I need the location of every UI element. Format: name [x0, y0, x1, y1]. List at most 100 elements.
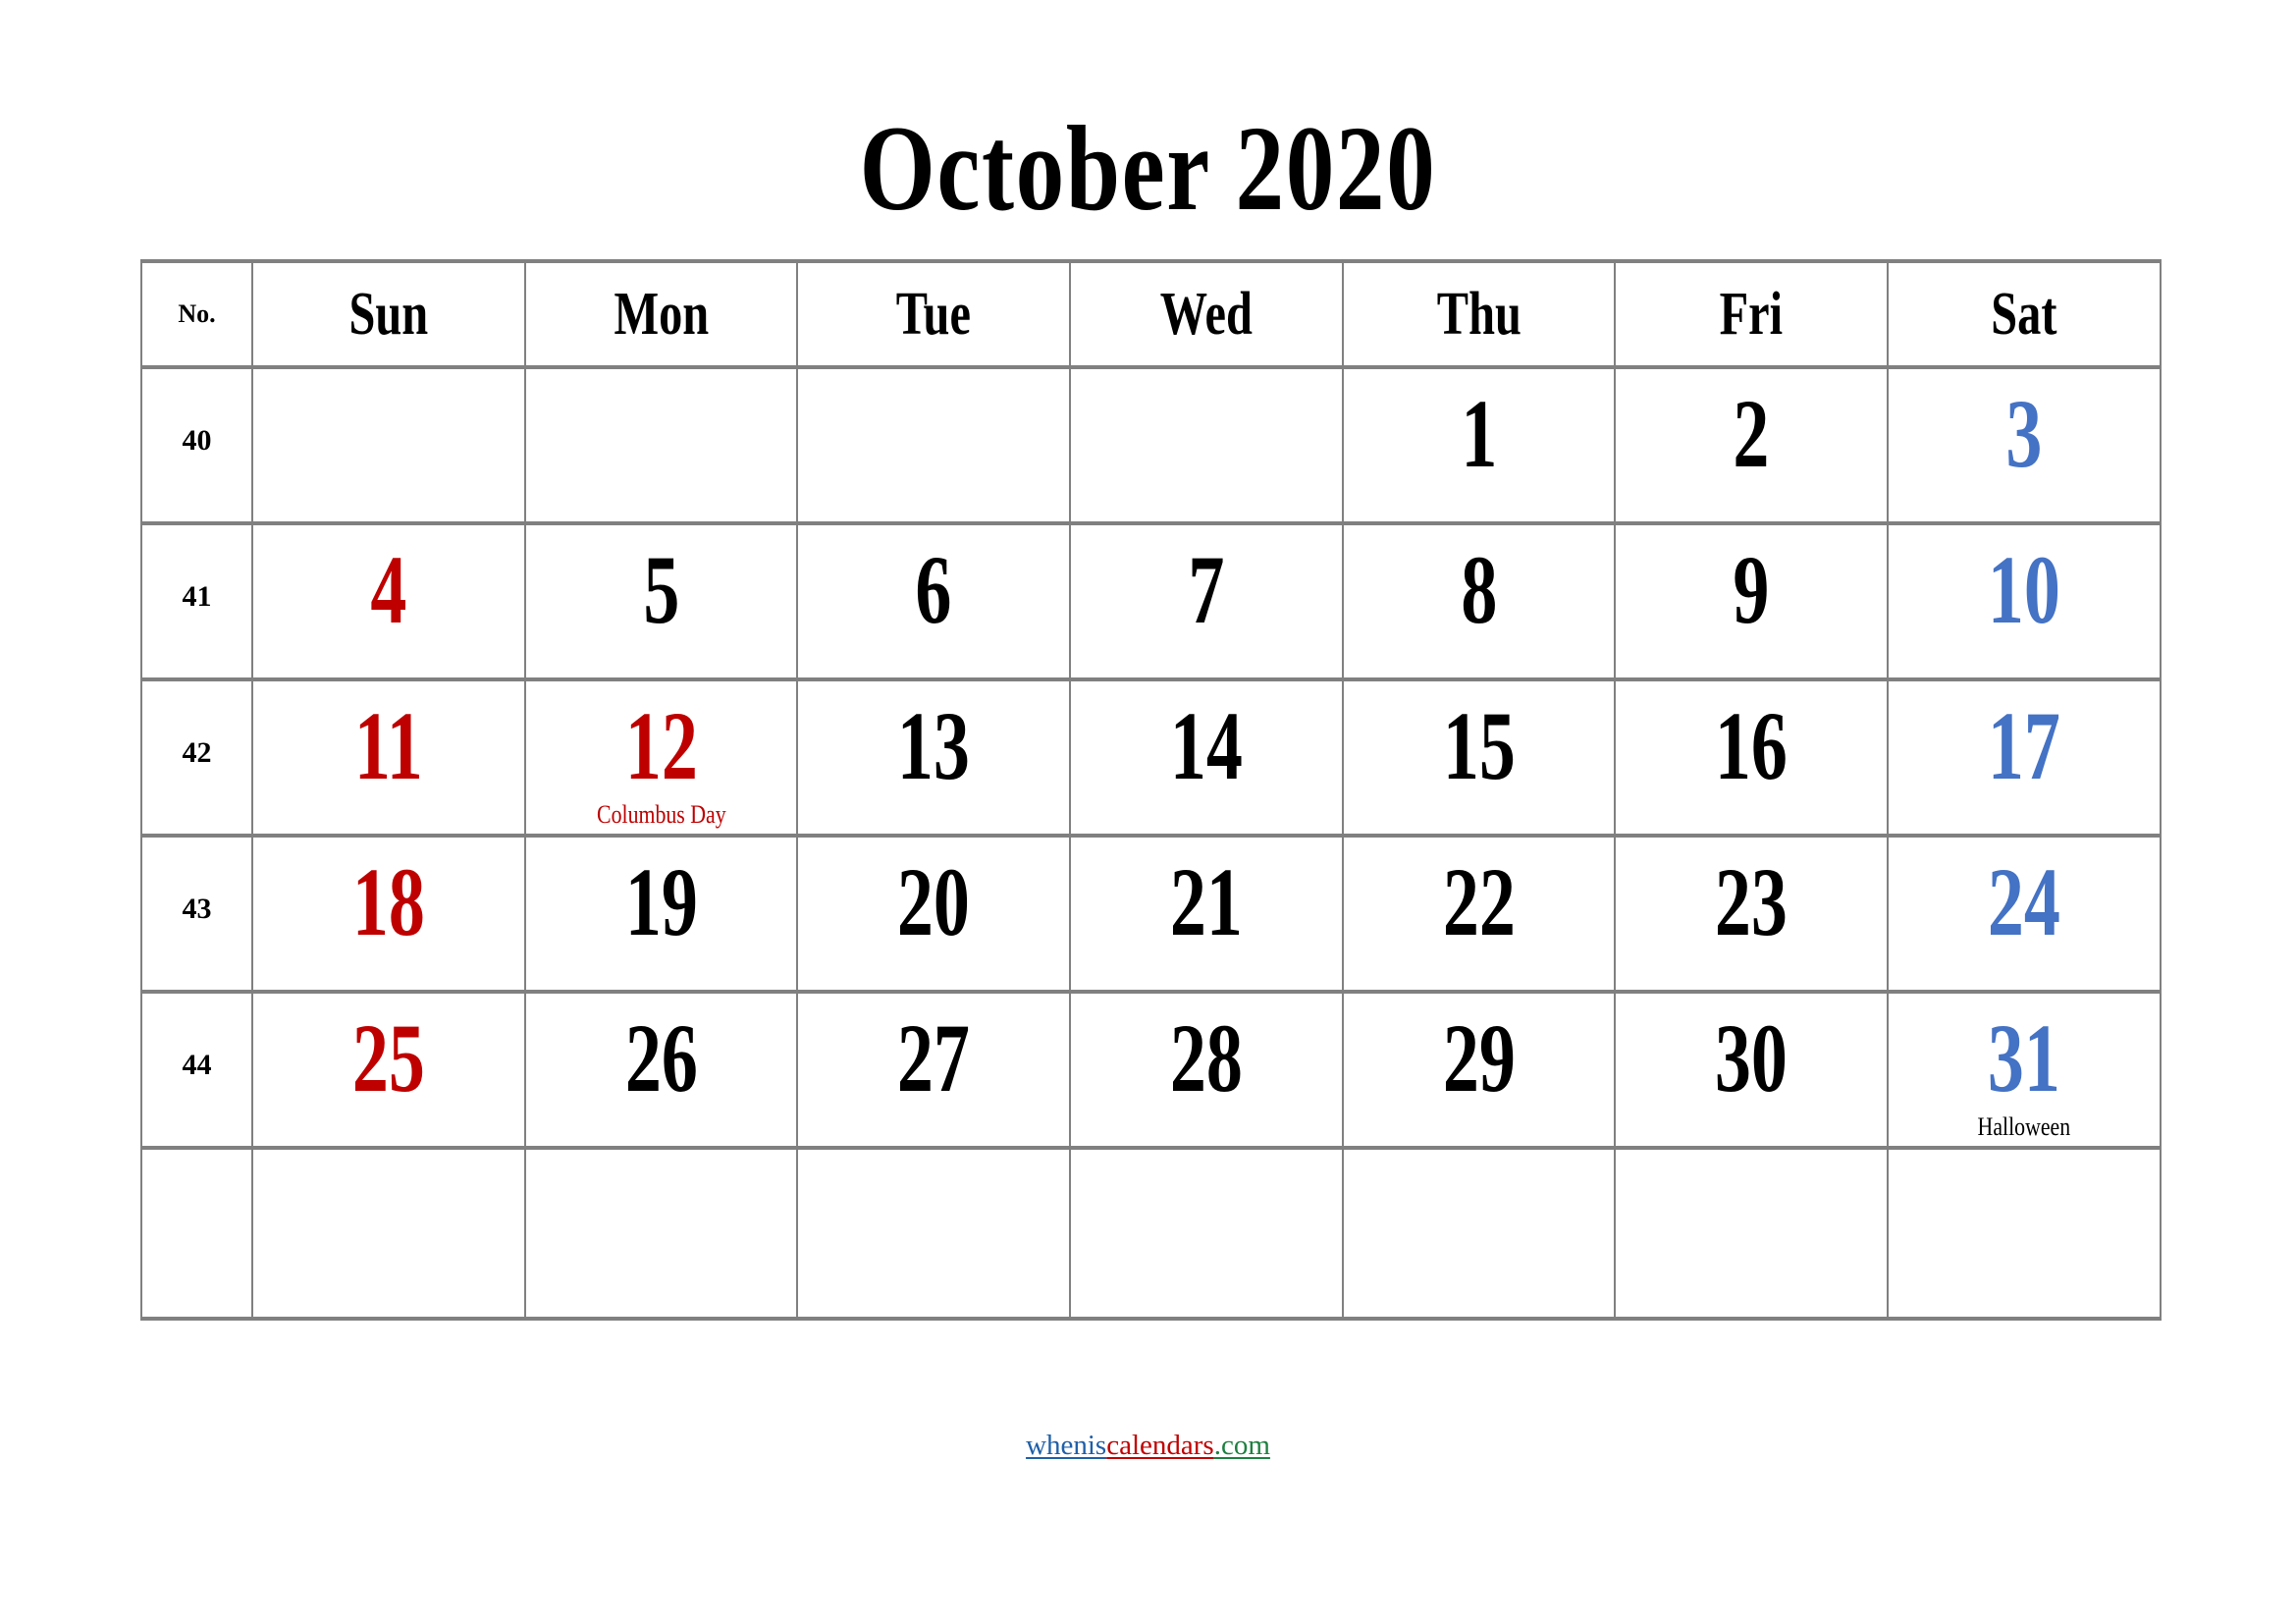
- day-cell-inner: 16: [1616, 681, 1887, 834]
- calendar-day-cell[interactable]: 12 Columbus Day: [523, 677, 799, 838]
- calendar-day-cell[interactable]: 8: [1341, 521, 1617, 681]
- day-header-sun: Sun: [251, 259, 526, 369]
- calendar-week-row: 40 1 2 3: [140, 365, 2162, 525]
- calendar-empty-cell: [1341, 1146, 1617, 1321]
- footer-link-part-3: .com: [1213, 1430, 1270, 1461]
- calendar-day-cell[interactable]: 25: [251, 990, 526, 1150]
- day-number: [561, 1150, 762, 1165]
- day-number: 23: [1715, 847, 1789, 956]
- day-number: 15: [1442, 691, 1516, 800]
- day-cell-inner: [1071, 369, 1342, 521]
- day-cell-inner: [1071, 1150, 1342, 1302]
- day-header-wed: Wed: [1069, 259, 1344, 369]
- calendar-day-cell[interactable]: 14: [1069, 677, 1344, 838]
- day-cell-inner: 1: [1344, 369, 1615, 521]
- day-number: 18: [351, 847, 425, 956]
- calendar-day-cell[interactable]: 24: [1887, 834, 2162, 994]
- day-cell-inner: 19: [526, 838, 797, 990]
- day-cell-inner: 17: [1889, 681, 2160, 834]
- day-header-label: Sun: [348, 281, 429, 348]
- week-number-cell: [140, 1146, 253, 1321]
- day-number: 12: [624, 691, 698, 800]
- day-number: 21: [1169, 847, 1243, 956]
- calendar-day-cell[interactable]: 11: [251, 677, 526, 838]
- day-number: [1106, 1150, 1307, 1165]
- day-cell-inner: 6: [798, 525, 1069, 677]
- week-number-label: 40: [182, 424, 212, 457]
- calendar-day-cell[interactable]: 5: [523, 521, 799, 681]
- day-number: 29: [1442, 1003, 1516, 1112]
- footer-credit: wheniscalendars.com: [0, 1432, 2296, 1460]
- day-cell-inner: [1616, 1150, 1887, 1302]
- calendar-day-cell[interactable]: 31 Halloween: [1887, 990, 2162, 1150]
- day-cell-inner: 25: [253, 994, 524, 1146]
- day-cell-inner: [1889, 1150, 2160, 1302]
- day-number: 7: [1188, 535, 1225, 644]
- calendar-day-cell[interactable]: 1: [1341, 365, 1617, 525]
- day-cell-inner: [526, 1150, 797, 1302]
- calendar-day-cell[interactable]: 9: [1614, 521, 1890, 681]
- calendar-page: October 2020 No. Sun Mon Tue Wed Thu Fri…: [0, 0, 2296, 1624]
- day-cell-inner: 4: [253, 525, 524, 677]
- week-number-label: 41: [182, 580, 212, 613]
- day-number: 25: [351, 1003, 425, 1112]
- week-number-header-label: No.: [178, 299, 216, 328]
- calendar-container: No. Sun Mon Tue Wed Thu Fri Sat 40 1 2 3…: [140, 259, 2162, 1321]
- calendar-day-cell[interactable]: 18: [251, 834, 526, 994]
- footer-link-part-2: calendars: [1106, 1430, 1214, 1461]
- calendar-day-cell[interactable]: 21: [1069, 834, 1344, 994]
- day-header-label: Sat: [1991, 281, 2057, 348]
- calendar-day-cell[interactable]: 29: [1341, 990, 1617, 1150]
- calendar-empty-cell: [523, 365, 799, 525]
- calendar-body: 40 1 2 3 41 4 5 6 7 8 9 10 42 11 12 Columbus Day 13 14 15 1…: [140, 365, 2162, 1321]
- calendar-empty-cell: [251, 365, 526, 525]
- calendar-day-cell[interactable]: 16: [1614, 677, 1890, 838]
- calendar-day-cell[interactable]: 3: [1887, 365, 2162, 525]
- calendar-day-cell[interactable]: 13: [796, 677, 1072, 838]
- day-number: 20: [897, 847, 971, 956]
- day-cell-inner: 11: [253, 681, 524, 834]
- day-number: [1924, 1150, 2124, 1165]
- calendar-day-cell[interactable]: 28: [1069, 990, 1344, 1150]
- day-number: [1379, 1150, 1579, 1165]
- calendar-empty-cell: [523, 1146, 799, 1321]
- day-cell-inner: 30: [1616, 994, 1887, 1146]
- calendar-day-cell[interactable]: 6: [796, 521, 1072, 681]
- day-number: 8: [1461, 535, 1498, 644]
- day-number: 26: [624, 1003, 698, 1112]
- footer-link-part-1: whenis: [1026, 1430, 1107, 1461]
- day-cell-inner: [1344, 1150, 1615, 1302]
- day-number: 10: [1987, 535, 2060, 644]
- calendar-day-cell[interactable]: 30: [1614, 990, 1890, 1150]
- calendar-day-cell[interactable]: 15: [1341, 677, 1617, 838]
- calendar-day-cell[interactable]: 26: [523, 990, 799, 1150]
- calendar-week-row: 44 25 26 27 28 29 30 31 Halloween: [140, 990, 2162, 1150]
- calendar-day-cell[interactable]: 27: [796, 990, 1072, 1150]
- holiday-label: Halloween: [1977, 1112, 2071, 1141]
- day-number: 3: [2005, 379, 2043, 488]
- holiday-label: Columbus Day: [596, 800, 726, 829]
- calendar-day-cell[interactable]: 23: [1614, 834, 1890, 994]
- day-cell-inner: 20: [798, 838, 1069, 990]
- calendar-header: No. Sun Mon Tue Wed Thu Fri Sat: [140, 259, 2162, 369]
- calendar-day-cell[interactable]: 4: [251, 521, 526, 681]
- day-cell-inner: [253, 369, 524, 521]
- page-title: October 2020: [859, 101, 1437, 236]
- calendar-day-cell[interactable]: 17: [1887, 677, 2162, 838]
- week-number-label: [142, 1150, 251, 1207]
- calendar-day-cell[interactable]: 10: [1887, 521, 2162, 681]
- day-number: 4: [370, 535, 407, 644]
- calendar-day-cell[interactable]: 20: [796, 834, 1072, 994]
- day-number: 6: [915, 535, 952, 644]
- day-cell-inner: 9: [1616, 525, 1887, 677]
- day-number: 17: [1987, 691, 2060, 800]
- day-cell-inner: 14: [1071, 681, 1342, 834]
- calendar-empty-cell: [796, 1146, 1072, 1321]
- calendar-day-cell[interactable]: 2: [1614, 365, 1890, 525]
- calendar-day-cell[interactable]: 7: [1069, 521, 1344, 681]
- footer-link[interactable]: wheniscalendars.com: [1026, 1430, 1270, 1461]
- calendar-day-cell[interactable]: 19: [523, 834, 799, 994]
- week-number-cell: 40: [140, 365, 253, 525]
- calendar-table: No. Sun Mon Tue Wed Thu Fri Sat 40 1 2 3…: [140, 259, 2162, 1321]
- calendar-day-cell[interactable]: 22: [1341, 834, 1617, 994]
